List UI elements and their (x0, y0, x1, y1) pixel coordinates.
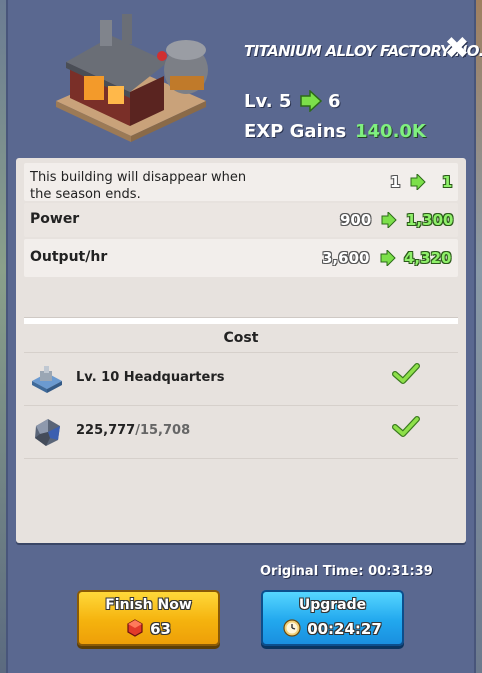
checkmark-icon (392, 363, 420, 384)
headquarters-icon (32, 366, 62, 393)
upgrade-time: 00:24:27 (263, 619, 402, 638)
stat-row-power: Power 900 1,300 (24, 203, 458, 237)
arrow-icon (410, 174, 426, 190)
stat-row-season: This building will disappear when the se… (24, 163, 458, 202)
cost-header: Cost (24, 324, 458, 353)
stat-label: Power (30, 211, 80, 227)
arrow-icon (381, 212, 397, 228)
upgrade-label: Upgrade (298, 597, 367, 613)
details-panel: This building will disappear when the se… (16, 158, 466, 543)
upgrade-button[interactable]: Upgrade 00:24:27 (261, 590, 404, 646)
original-time: Original Time: 00:31:39 (260, 564, 433, 579)
stat-label: Output/hr (30, 249, 108, 265)
current-level: Lv. 5 (244, 91, 292, 112)
finish-now-button[interactable]: Finish Now 63 (77, 590, 220, 646)
stat-old-value: 900 (340, 211, 372, 229)
section-divider (24, 317, 458, 324)
close-icon[interactable]: ✖ (442, 34, 472, 64)
upgrade-time-value: 00:24:27 (307, 620, 382, 638)
stat-old-value: 1 (390, 173, 401, 191)
cost-row-headquarters: Lv. 10 Headquarters (24, 353, 458, 406)
gem-icon (127, 619, 143, 637)
stat-new-value: 4,320 (404, 249, 452, 267)
stat-new-value: 1,300 (406, 211, 454, 229)
stat-old-value: 3,600 (322, 249, 370, 267)
dialog-header: TITANIUM ALLOY FACTORY NO.1 ✖ Lv. 5 6 EX… (8, 0, 482, 158)
stat-label: This building will disappear when the se… (30, 170, 247, 202)
finish-now-cost: 63 (79, 619, 218, 638)
titanium-need: /15,708 (135, 423, 191, 438)
stat-new-value: 1 (442, 173, 453, 191)
clock-icon (283, 619, 301, 637)
factory-building-icon (56, 14, 208, 142)
exp-gains-value: 140.0K (355, 121, 426, 142)
exp-gains-label: EXP Gains (244, 121, 347, 142)
arrow-icon (380, 250, 396, 266)
cost-row-titanium: 225,777/15,708 (24, 406, 458, 459)
checkmark-icon (392, 416, 420, 437)
titanium-have: 225,777 (76, 423, 136, 438)
titanium-ore-icon (35, 419, 60, 446)
next-level: 6 (328, 91, 341, 112)
stat-row-output: Output/hr 3,600 4,320 (24, 239, 458, 277)
cost-label: 225,777/15,708 (76, 423, 190, 438)
level-arrow-icon (300, 90, 322, 112)
cost-label: Lv. 10 Headquarters (76, 370, 225, 385)
finish-now-label: Finish Now (105, 597, 192, 613)
gem-count: 63 (150, 620, 171, 638)
